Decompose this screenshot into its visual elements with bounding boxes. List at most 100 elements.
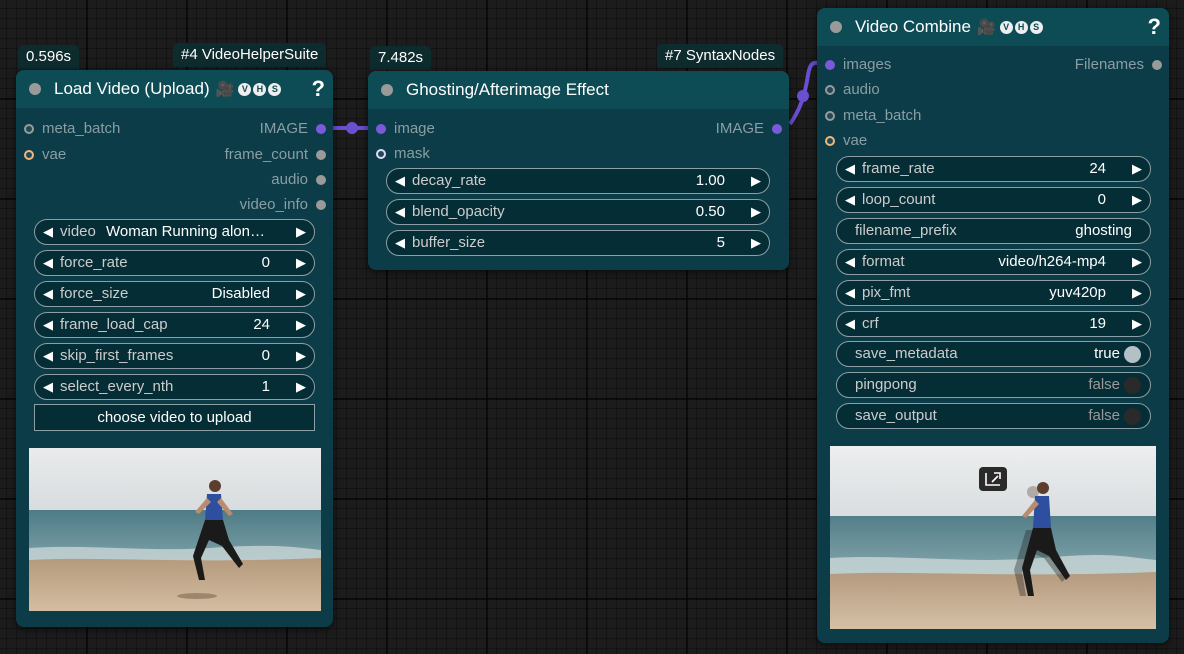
decrement-arrow-icon[interactable]: ◀ — [43, 344, 53, 368]
save-output-toggle[interactable]: save_output false — [836, 403, 1151, 429]
decrement-arrow-icon[interactable]: ◀ — [395, 231, 405, 255]
decrement-arrow-icon[interactable]: ◀ — [43, 220, 53, 244]
widget-label: save_output — [855, 407, 937, 424]
widget-value: false — [1088, 407, 1120, 424]
ghosting-effect-node[interactable]: Ghosting/Afterimage Effect image mask IM… — [368, 71, 789, 270]
increment-arrow-icon[interactable]: ▶ — [751, 200, 761, 224]
increment-arrow-icon[interactable]: ▶ — [296, 251, 306, 275]
format-combo[interactable]: ◀ format video/h264-mp4 ▶ — [836, 249, 1151, 275]
decay-rate-widget[interactable]: ◀ decay_rate 1.00 ▶ — [386, 168, 770, 194]
widget-label: pingpong — [855, 376, 917, 393]
toggle-knob-icon[interactable] — [1124, 408, 1141, 425]
widget-value: 0 — [261, 347, 270, 364]
decrement-arrow-icon[interactable]: ◀ — [395, 169, 405, 193]
toggle-knob-icon[interactable] — [1124, 346, 1141, 363]
increment-arrow-icon[interactable]: ▶ — [1132, 188, 1142, 212]
decrement-arrow-icon[interactable]: ◀ — [845, 281, 855, 305]
video-combine-node[interactable]: Video Combine 🎥 V H S ? images audio meta_ba… — [817, 8, 1169, 643]
frame-load-cap-widget[interactable]: ◀ frame_load_cap 24 ▶ — [34, 312, 315, 338]
blend-opacity-widget[interactable]: ◀ blend_opacity 0.50 ▶ — [386, 199, 770, 225]
upload-video-button[interactable]: choose video to upload — [34, 404, 315, 431]
widget-label: frame_rate — [862, 160, 935, 177]
buffer-size-widget[interactable]: ◀ buffer_size 5 ▶ — [386, 230, 770, 256]
widget-label: decay_rate — [412, 172, 487, 189]
increment-arrow-icon[interactable]: ▶ — [296, 282, 306, 306]
widget-value: 24 — [253, 316, 270, 333]
execution-time-badge: 0.596s — [18, 45, 80, 69]
select-every-nth-widget[interactable]: ◀ select_every_nth 1 ▶ — [34, 374, 315, 400]
increment-arrow-icon[interactable]: ▶ — [1132, 157, 1142, 181]
increment-arrow-icon[interactable]: ▶ — [296, 344, 306, 368]
popout-icon[interactable] — [979, 467, 1007, 491]
link-midpoint-2[interactable] — [797, 90, 809, 102]
frame-rate-widget[interactable]: ◀ frame_rate 24 ▶ — [836, 156, 1151, 182]
decrement-arrow-icon[interactable]: ◀ — [43, 282, 53, 306]
widget-value: 0 — [261, 254, 270, 271]
widget-value: Disabled — [211, 285, 270, 302]
widget-value: Woman Running alon… — [106, 223, 265, 240]
output-video-preview — [830, 446, 1156, 629]
loop-count-widget[interactable]: ◀ loop_count 0 ▶ — [836, 187, 1151, 213]
input-image[interactable]: image — [376, 121, 435, 137]
increment-arrow-icon[interactable]: ▶ — [751, 169, 761, 193]
collapse-dot[interactable] — [830, 21, 842, 33]
decrement-arrow-icon[interactable]: ◀ — [845, 250, 855, 274]
collapse-dot[interactable] — [381, 84, 393, 96]
output-frame-count[interactable]: frame_count — [225, 147, 326, 163]
decrement-arrow-icon[interactable]: ◀ — [395, 200, 405, 224]
increment-arrow-icon[interactable]: ▶ — [751, 231, 761, 255]
node-header[interactable]: Ghosting/Afterimage Effect — [368, 71, 789, 109]
pingpong-toggle[interactable]: pingpong false — [836, 372, 1151, 398]
collapse-dot[interactable] — [29, 83, 41, 95]
increment-arrow-icon[interactable]: ▶ — [296, 313, 306, 337]
widget-value: 1.00 — [695, 172, 725, 189]
vhs-logo-icon: 🎥 V H S — [216, 71, 282, 109]
decrement-arrow-icon[interactable]: ◀ — [43, 313, 53, 337]
help-icon[interactable]: ? — [312, 70, 325, 108]
node-header[interactable]: Video Combine 🎥 V H S ? — [817, 8, 1169, 46]
force-rate-widget[interactable]: ◀ force_rate 0 ▶ — [34, 250, 315, 276]
input-vae[interactable]: vae — [825, 133, 867, 149]
help-icon[interactable]: ? — [1148, 8, 1161, 46]
increment-arrow-icon[interactable]: ▶ — [296, 375, 306, 399]
decrement-arrow-icon[interactable]: ◀ — [43, 251, 53, 275]
output-image[interactable]: IMAGE — [716, 121, 782, 137]
pix-fmt-combo[interactable]: ◀ pix_fmt yuv420p ▶ — [836, 280, 1151, 306]
load-video-node[interactable]: Load Video (Upload) 🎥 V H S ? meta_batch vae… — [16, 70, 333, 627]
input-mask[interactable]: mask — [376, 146, 430, 162]
toggle-knob-icon[interactable] — [1124, 377, 1141, 394]
filename-prefix-field[interactable]: filename_prefix ghosting — [836, 218, 1151, 244]
decrement-arrow-icon[interactable]: ◀ — [845, 188, 855, 212]
increment-arrow-icon[interactable]: ▶ — [1132, 312, 1142, 336]
skip-first-frames-widget[interactable]: ◀ skip_first_frames 0 ▶ — [34, 343, 315, 369]
widget-value: video/h264-mp4 — [998, 253, 1106, 270]
widget-value: 5 — [716, 234, 725, 251]
output-video-info[interactable]: video_info — [240, 197, 326, 213]
input-audio[interactable]: audio — [825, 82, 880, 98]
input-meta-batch[interactable]: meta_batch — [825, 108, 921, 124]
widget-value: 0.50 — [695, 203, 725, 220]
decrement-arrow-icon[interactable]: ◀ — [43, 375, 53, 399]
input-vae[interactable]: vae — [24, 147, 66, 163]
increment-arrow-icon[interactable]: ▶ — [296, 220, 306, 244]
force-size-combo[interactable]: ◀ force_size Disabled ▶ — [34, 281, 315, 307]
input-images[interactable]: images — [825, 57, 891, 73]
save-metadata-toggle[interactable]: save_metadata true — [836, 341, 1151, 367]
output-audio[interactable]: audio — [271, 172, 326, 188]
input-meta-batch[interactable]: meta_batch — [24, 121, 120, 137]
video-combo[interactable]: ◀ video Woman Running alon… ▶ — [34, 219, 315, 245]
widget-label: loop_count — [862, 191, 936, 208]
decrement-arrow-icon[interactable]: ◀ — [845, 157, 855, 181]
increment-arrow-icon[interactable]: ▶ — [1132, 250, 1142, 274]
crf-widget[interactable]: ◀ crf 19 ▶ — [836, 311, 1151, 337]
output-image[interactable]: IMAGE — [260, 121, 326, 137]
widget-label: filename_prefix — [855, 222, 957, 239]
widget-label: save_metadata — [855, 345, 958, 362]
decrement-arrow-icon[interactable]: ◀ — [845, 312, 855, 336]
node-header[interactable]: Load Video (Upload) 🎥 V H S ? — [16, 70, 333, 108]
video-preview — [29, 448, 321, 611]
node-title: Video Combine 🎥 V H S — [855, 8, 1043, 47]
output-filenames[interactable]: Filenames — [1075, 57, 1162, 73]
increment-arrow-icon[interactable]: ▶ — [1132, 281, 1142, 305]
link-midpoint[interactable] — [346, 122, 358, 134]
